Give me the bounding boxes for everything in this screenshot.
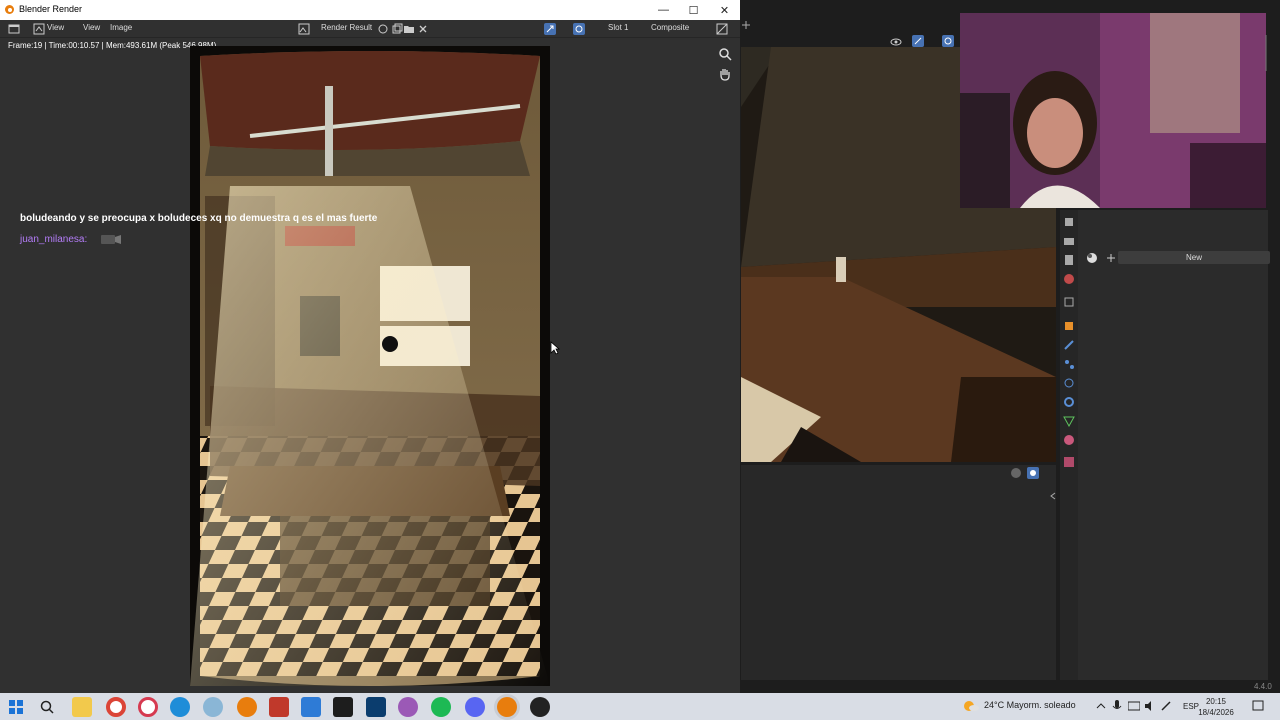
- blender-active-icon[interactable]: [497, 697, 517, 717]
- sidebar-tabs-icon: [1265, 35, 1267, 71]
- microphone-icon[interactable]: [1112, 700, 1122, 712]
- photos-icon[interactable]: [301, 697, 321, 717]
- close-button[interactable]: ✕: [709, 0, 740, 20]
- volume-icon[interactable]: [1144, 700, 1156, 712]
- new-button[interactable]: New: [1118, 251, 1270, 264]
- physics-tab-icon[interactable]: [1063, 377, 1075, 389]
- world-tab-icon[interactable]: [1063, 273, 1075, 285]
- file-explorer-icon[interactable]: [72, 697, 92, 717]
- taskbar: [0, 693, 1280, 720]
- tray-chevron-icon[interactable]: [1096, 702, 1106, 710]
- new-plus-icon[interactable]: [1107, 254, 1115, 262]
- object-tab-icon[interactable]: [1063, 320, 1075, 332]
- camera-emote-icon: [101, 235, 121, 244]
- app-icon-3[interactable]: [398, 697, 418, 717]
- slot-dropdown[interactable]: Slot 1: [608, 23, 628, 32]
- viewport-overlay-icon[interactable]: [942, 35, 954, 47]
- tool-tab-icon[interactable]: [1063, 216, 1075, 228]
- pycharm-icon[interactable]: [333, 697, 353, 717]
- viewport-gizmo-icon[interactable]: [912, 35, 924, 47]
- properties-panel: [1078, 210, 1268, 680]
- texture-tab-icon[interactable]: [1063, 456, 1075, 468]
- search-icon[interactable]: [40, 700, 54, 714]
- opera-icon[interactable]: [138, 697, 158, 717]
- visibility-eye-icon[interactable]: [890, 36, 902, 48]
- image-menu[interactable]: Image: [110, 23, 132, 32]
- render-result-image: [190, 46, 550, 686]
- gizmo-icon[interactable]: [544, 23, 556, 35]
- world-browse-icon[interactable]: [1086, 252, 1098, 264]
- modifier-tab-icon[interactable]: [1063, 339, 1075, 351]
- mouse-cursor-icon: [550, 341, 560, 355]
- material-tab-icon[interactable]: [1063, 434, 1075, 446]
- spotify-icon[interactable]: [431, 697, 451, 717]
- view-mode-icon[interactable]: [33, 23, 45, 35]
- window-title: Blender Render: [19, 4, 83, 14]
- image-editor-header: View View Image Render Result Slot 1 Com…: [0, 20, 740, 38]
- open-folder-icon[interactable]: [403, 23, 415, 35]
- notifications-icon[interactable]: [1252, 700, 1264, 712]
- render-tab-icon[interactable]: [1063, 235, 1075, 247]
- title-bar: Blender Render — ☐ ✕: [0, 0, 740, 20]
- fake-user-icon[interactable]: [377, 23, 389, 35]
- duplicate-icon[interactable]: [391, 23, 403, 35]
- image-name-field[interactable]: Render Result: [321, 23, 372, 32]
- minimize-button[interactable]: —: [648, 0, 679, 20]
- app-icon-1[interactable]: [203, 697, 223, 717]
- zoom-icon[interactable]: [718, 47, 732, 61]
- output-tab-icon[interactable]: [1063, 254, 1075, 266]
- obs-icon[interactable]: [530, 697, 550, 717]
- hand-pan-icon[interactable]: [718, 67, 732, 81]
- chat-username: juan_milanesa:: [20, 234, 88, 245]
- discord-icon[interactable]: [465, 697, 485, 717]
- view-mode-dropdown[interactable]: View: [47, 23, 64, 32]
- collection-tab-icon[interactable]: [1063, 296, 1075, 308]
- render-layer-dropdown[interactable]: Composite: [651, 23, 689, 32]
- particles-tab-icon[interactable]: [1063, 358, 1075, 370]
- edge-icon[interactable]: [170, 697, 190, 717]
- chrome-icon[interactable]: [106, 697, 126, 717]
- clock[interactable]: 20:15 18/4/2026: [1196, 696, 1236, 718]
- windows-start-icon[interactable]: [9, 700, 23, 714]
- blender-logo-icon: [5, 5, 14, 14]
- collapse-arrow-icon[interactable]: [1050, 492, 1056, 500]
- constraints-tab-icon[interactable]: [1063, 396, 1075, 408]
- overlay-icon[interactable]: [573, 23, 585, 35]
- data-tab-icon[interactable]: [1063, 415, 1075, 427]
- material-preview-icon[interactable]: [1027, 467, 1039, 479]
- editor-type-icon[interactable]: [8, 23, 20, 35]
- maximize-button[interactable]: ☐: [678, 0, 709, 20]
- network-icon[interactable]: [1128, 701, 1140, 711]
- webcam-overlay: [960, 13, 1266, 208]
- pen-icon[interactable]: [1160, 700, 1172, 712]
- view-menu[interactable]: View: [83, 23, 100, 32]
- render-stats: Frame:19 | Time:00:10.57 | Mem:493.61M (…: [8, 41, 217, 50]
- weather-widget[interactable]: 24°C Mayorm. soleado: [984, 700, 1076, 710]
- vscode-icon[interactable]: [366, 697, 386, 717]
- plus-icon[interactable]: [742, 21, 750, 29]
- display-channels-icon[interactable]: [716, 23, 728, 35]
- image-browse-icon[interactable]: [298, 23, 310, 35]
- clock-time: 20:15: [1205, 697, 1227, 706]
- properties-tabs: [1060, 210, 1078, 680]
- chat-message: boludeando y se preocupa x boludeces xq …: [20, 213, 378, 224]
- unlink-icon[interactable]: [417, 23, 429, 35]
- app-icon-2[interactable]: [269, 697, 289, 717]
- clock-date: 18/4/2026: [1198, 708, 1234, 717]
- shading-mode-icon[interactable]: [1010, 467, 1022, 479]
- blender-taskbar-icon[interactable]: [237, 697, 257, 717]
- weather-icon[interactable]: [963, 700, 979, 712]
- bottom-editor-area: [741, 465, 1056, 680]
- version-label: 4.4.0: [1254, 682, 1272, 691]
